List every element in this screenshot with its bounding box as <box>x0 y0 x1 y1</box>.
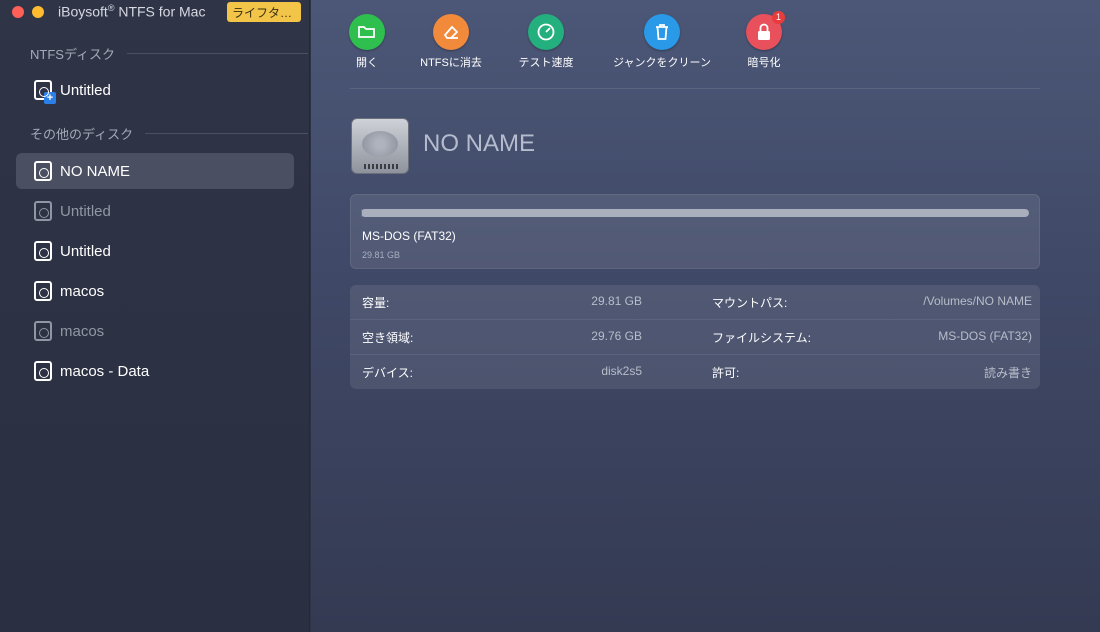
usage-bar <box>361 209 1029 217</box>
encrypt-button[interactable]: 1 暗号化 <box>704 11 824 70</box>
ntfs-disk-icon <box>34 80 56 104</box>
disk-icon <box>34 161 52 181</box>
disk-icon <box>34 241 52 261</box>
disk-icon <box>34 361 52 381</box>
folder-open-icon <box>349 14 385 50</box>
usage-card: MS-DOS (FAT32) 29.81 GB <box>350 194 1040 269</box>
info-row: デバイス: disk2s5 許可: 読み書き <box>350 355 1040 389</box>
usage-bar-fill <box>361 209 363 217</box>
speedometer-icon <box>528 14 564 50</box>
mount-path-label: マウントパス: <box>712 296 788 310</box>
disk-label: Untitled <box>60 242 111 260</box>
device-label: デバイス: <box>362 366 413 380</box>
disk-label: NO NAME <box>60 162 131 180</box>
filesystem-label: ファイルシステム: <box>712 331 811 345</box>
sidebar-item-no-name[interactable]: NO NAME <box>16 153 294 189</box>
eraser-icon <box>433 14 469 50</box>
speed-label: テスト速度 <box>518 57 574 69</box>
erase-label: NTFSに消去 <box>420 57 482 69</box>
free-space-label: 空き領域: <box>362 331 414 345</box>
filesystem-value: MS-DOS (FAT32) <box>938 329 1032 343</box>
section-divider <box>127 53 308 54</box>
capacity-value: 29.81 GB <box>591 294 642 308</box>
encrypt-label: 暗号化 <box>747 57 781 69</box>
app-title: iBoysoft® NTFS for Mac <box>58 3 206 20</box>
other-disks-header: その他のディスク <box>30 124 308 143</box>
info-table: 容量: 29.81 GB マウントパス: /Volumes/NO NAME 空き… <box>350 285 1040 389</box>
info-row: 容量: 29.81 GB マウントパス: /Volumes/NO NAME <box>350 285 1040 320</box>
trash-icon <box>644 14 680 50</box>
disk-label: Untitled <box>60 202 111 220</box>
disk-icon <box>34 281 52 301</box>
volume-title: NO NAME <box>423 130 536 157</box>
test-speed-button[interactable]: テスト速度 <box>486 14 606 70</box>
sidebar-item-untitled-unmounted[interactable]: Untitled <box>16 193 294 229</box>
notification-badge: 1 <box>772 11 785 24</box>
disk-label: macos <box>60 282 105 300</box>
main-panel: 開く NTFSに消去 テスト速度 ジャンクをクリーン 1 暗号化 NO NAME <box>311 0 1100 632</box>
sidebar-item-macos-data[interactable]: macos - Data <box>16 353 294 389</box>
disk-label: macos - Data <box>60 362 150 380</box>
sidebar-item-macos-unmounted[interactable]: macos <box>16 313 294 349</box>
free-space-value: 29.76 GB <box>591 329 642 343</box>
device-value: disk2s5 <box>601 364 642 378</box>
sidebar-item-untitled[interactable]: Untitled <box>16 233 294 269</box>
license-badge[interactable]: ライフタ… <box>227 2 301 22</box>
disk-label: Untitled <box>60 81 111 99</box>
minimize-window-button[interactable] <box>32 6 44 18</box>
capacity-label: 容量: <box>362 296 390 310</box>
filesystem-name: MS-DOS (FAT32) <box>362 229 456 243</box>
clean-label: ジャンクをクリーン <box>613 57 711 69</box>
permission-value: 読み書き <box>983 366 1032 380</box>
open-label: 開く <box>356 57 378 69</box>
volume-size: 29.81 GB <box>362 250 401 260</box>
lock-icon: 1 <box>746 11 785 50</box>
disk-icon <box>34 201 52 221</box>
sidebar-item-macos[interactable]: macos <box>16 273 294 309</box>
toolbar-divider <box>350 88 1040 89</box>
close-window-button[interactable] <box>12 6 24 18</box>
permission-label: 許可: <box>712 366 740 380</box>
disk-label: macos <box>60 322 105 340</box>
mount-path-value: /Volumes/NO NAME <box>923 294 1032 308</box>
ntfs-disks-header: NTFSディスク <box>30 44 308 63</box>
info-row: 空き領域: 29.76 GB ファイルシステム: MS-DOS (FAT32) <box>350 320 1040 355</box>
disk-icon <box>34 321 52 341</box>
sidebar: iBoysoft® NTFS for Mac ライフタ… NTFSディスク Un… <box>0 0 310 632</box>
hard-drive-icon <box>351 118 409 174</box>
title-bar: iBoysoft® NTFS for Mac ライフタ… <box>0 0 310 24</box>
sidebar-item-ntfs-untitled[interactable]: Untitled <box>16 72 294 108</box>
section-divider <box>145 133 308 134</box>
